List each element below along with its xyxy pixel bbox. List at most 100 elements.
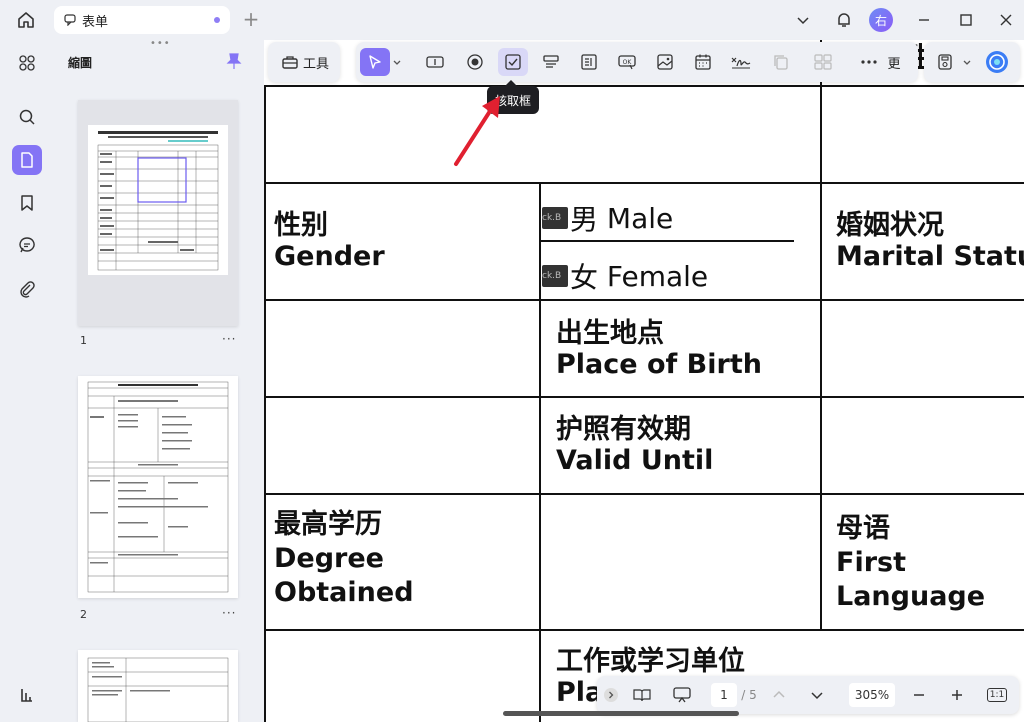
- page-preview-1: [88, 125, 228, 275]
- close-button[interactable]: [994, 6, 1018, 34]
- brand-button[interactable]: [12, 680, 42, 710]
- birth-cn: 出生地点: [556, 318, 664, 349]
- document-tab[interactable]: 表单: [54, 6, 230, 34]
- home-button[interactable]: [12, 8, 40, 32]
- female-checkbox[interactable]: ck.B: [542, 265, 568, 287]
- left-rail: [0, 40, 54, 722]
- chevron-up-icon: [773, 690, 785, 698]
- dropdown-field-tool[interactable]: [536, 48, 566, 76]
- signature-field-tool[interactable]: [726, 48, 756, 76]
- minimize-button[interactable]: [912, 6, 936, 34]
- actual-size-button[interactable]: 1:1: [985, 683, 1009, 707]
- comment-icon: [64, 13, 78, 27]
- thumbnail-panel-title: 縮圖: [68, 56, 93, 70]
- image-icon: [657, 54, 673, 70]
- male-checkbox[interactable]: ck.B: [542, 207, 568, 229]
- comments-button[interactable]: [12, 230, 42, 260]
- minus-icon: [914, 694, 924, 696]
- select-tool[interactable]: [360, 48, 390, 76]
- marital-status-label: 婚姻状况 Marital Statu: [836, 210, 1024, 272]
- align-tool[interactable]: [808, 48, 838, 76]
- close-icon: [1000, 14, 1012, 26]
- table-rule: [264, 493, 1024, 495]
- red-arrow-annotation: [454, 96, 500, 166]
- form-fields-group: OK 更: [356, 42, 918, 82]
- combo-box-icon: [543, 55, 559, 68]
- radio-button-tool[interactable]: [460, 48, 490, 76]
- checkbox-tool[interactable]: [498, 48, 528, 76]
- gender-en: Gender: [274, 241, 385, 273]
- zoom-level[interactable]: 305%: [849, 683, 895, 707]
- panel-drag-handle[interactable]: •••: [150, 39, 170, 49]
- table-rule: [539, 182, 541, 722]
- save-button[interactable]: [930, 48, 960, 76]
- female-option[interactable]: ck.B 女 Female: [542, 256, 708, 296]
- apps-button[interactable]: [12, 48, 42, 78]
- date-field-tool[interactable]: [688, 48, 718, 76]
- first-language-label: 母语 First Language: [836, 512, 985, 613]
- passport-cn: 护照有效期: [556, 414, 691, 445]
- unsaved-dot: [214, 17, 220, 23]
- zoom-out-button[interactable]: [907, 683, 931, 707]
- degree-cn: 最高学历: [274, 509, 382, 540]
- list-box-tool[interactable]: [574, 48, 604, 76]
- ai-assistant-button[interactable]: [982, 48, 1012, 76]
- svg-text:OK: OK: [623, 59, 633, 66]
- pin-button[interactable]: [226, 52, 242, 70]
- save-dropdown[interactable]: [960, 48, 974, 76]
- current-page[interactable]: 1: [711, 683, 737, 707]
- collapse-button[interactable]: [601, 683, 621, 707]
- notifications-button[interactable]: [832, 6, 856, 34]
- select-tool-dropdown[interactable]: [390, 48, 404, 76]
- chevron-right-circle-icon: [604, 688, 618, 702]
- zoom-in-button[interactable]: [945, 683, 969, 707]
- page-2-more-button[interactable]: ···: [222, 606, 236, 620]
- tools-group: 工具: [268, 42, 340, 82]
- page-thumbnail-3[interactable]: [78, 650, 238, 722]
- pin-icon: [226, 53, 242, 69]
- button-field-tool[interactable]: OK: [612, 48, 642, 76]
- horizontal-scrollbar[interactable]: [503, 711, 739, 716]
- actual-size-label: 1:1: [986, 688, 1008, 702]
- table-rule: [264, 629, 1024, 631]
- toolbox-icon: [282, 56, 298, 69]
- bookmarks-button[interactable]: [12, 188, 42, 218]
- reading-mode-button[interactable]: [627, 683, 657, 707]
- more-tools-button[interactable]: [856, 48, 882, 76]
- image-field-tool[interactable]: [650, 48, 680, 76]
- account-button[interactable]: 右: [868, 6, 894, 34]
- form-toolbar: 工具 OK 更: [268, 42, 1020, 82]
- document-viewport[interactable]: 性 性别 Gender ck.B 男 Male ck.B 女 Female 婚姻…: [264, 40, 1024, 722]
- male-cn: 男: [570, 203, 599, 236]
- tab-list-button[interactable]: [792, 6, 814, 34]
- page-thumbnail-2[interactable]: [78, 376, 238, 598]
- search-icon: [19, 109, 35, 125]
- grid-icon: [814, 54, 832, 70]
- page-icon: [21, 152, 33, 168]
- new-tab-button[interactable]: +: [240, 8, 262, 30]
- more-label[interactable]: 更: [884, 48, 904, 76]
- tools-button[interactable]: 工具: [276, 48, 334, 76]
- next-page-button[interactable]: [805, 683, 829, 707]
- page-thumbnail-1[interactable]: [78, 100, 238, 326]
- presentation-button[interactable]: [667, 683, 697, 707]
- language-en-2: Language: [836, 580, 986, 612]
- search-button[interactable]: [12, 102, 42, 132]
- page-input[interactable]: 1: [711, 683, 737, 707]
- zoom-value[interactable]: 305%: [849, 683, 895, 707]
- language-cn: 母语: [836, 513, 890, 544]
- previous-page-button[interactable]: [767, 683, 791, 707]
- text-field-tool[interactable]: [420, 48, 450, 76]
- male-option[interactable]: ck.B 男 Male: [542, 198, 673, 238]
- thumbnails-button[interactable]: [12, 145, 42, 175]
- text-field-icon: [426, 56, 444, 68]
- maximize-button[interactable]: [954, 6, 978, 34]
- page-1-more-button[interactable]: ···: [222, 332, 236, 346]
- work-cn: 工作或学习单位: [556, 646, 745, 677]
- more-horizontal-icon: [861, 60, 877, 64]
- attachments-button[interactable]: [12, 274, 42, 304]
- male-en: Male: [606, 201, 674, 235]
- duplicate-tool[interactable]: [766, 48, 796, 76]
- bell-icon: [838, 13, 850, 27]
- page-preview-2: [87, 381, 229, 593]
